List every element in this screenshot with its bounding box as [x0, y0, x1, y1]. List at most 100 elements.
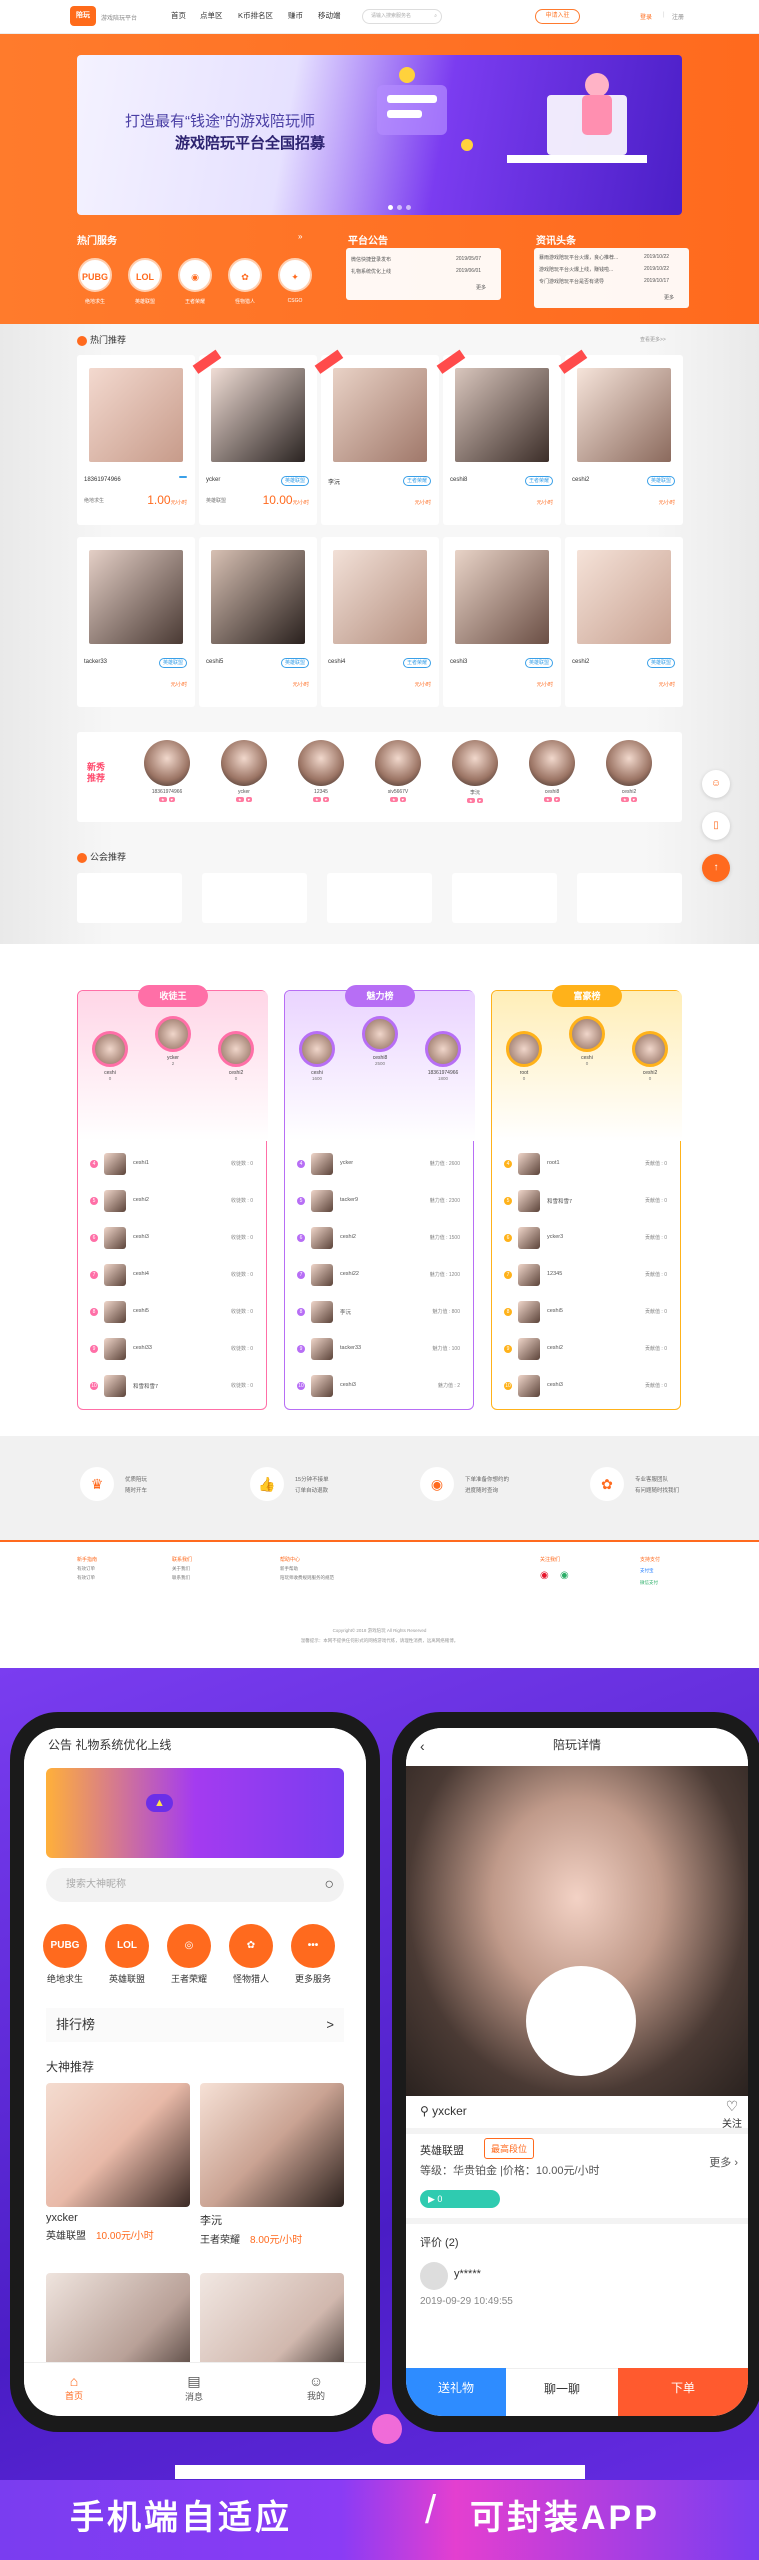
- new-recommend-item[interactable]: 18361974966 ★ ♥: [137, 740, 197, 802]
- player-card[interactable]: 18361974966 绝地求生 1.00元/小时: [77, 355, 195, 525]
- mobile-search-input[interactable]: 搜索大神昵称 ○: [46, 1868, 344, 1902]
- nav-order-zone[interactable]: 点单区: [200, 10, 223, 21]
- hot-more-link[interactable]: 查看更多>>: [640, 336, 666, 343]
- notice-item[interactable]: 礼物系统优化上线: [351, 268, 391, 275]
- new-recommend-item[interactable]: ceshi8 ★ ♥: [522, 740, 582, 802]
- rank-row[interactable]: 4 root1 贡献值 : 0: [502, 1149, 672, 1183]
- rank-row[interactable]: 5 ceshi2 收徒数 : 0: [88, 1186, 258, 1220]
- rank-row[interactable]: 7 ceshi22 魅力值 : 1200: [295, 1260, 465, 1294]
- carousel-dot[interactable]: [406, 205, 411, 210]
- login-link[interactable]: 登录: [640, 12, 652, 21]
- rank-row[interactable]: 5 和雪和雪7 贡献值 : 0: [502, 1186, 672, 1220]
- notice-more-link[interactable]: 更多: [476, 284, 486, 291]
- nav-home[interactable]: 首页: [171, 10, 186, 21]
- guild-card[interactable]: [452, 873, 557, 923]
- footer-link[interactable]: 陪玩师收费规则服务的规范: [280, 1575, 334, 1581]
- weibo-icon[interactable]: ◉: [540, 1570, 549, 1581]
- rank-row[interactable]: 6 ycker3 贡献值 : 0: [502, 1223, 672, 1257]
- rank-top-player[interactable]: ceshi2 0: [630, 1031, 670, 1081]
- rank-row[interactable]: 7 ceshi4 收徒数 : 0: [88, 1260, 258, 1294]
- tab-messages[interactable]: ▤ 消息: [164, 2373, 224, 2403]
- footer-link[interactable]: 联系我们: [172, 1575, 190, 1581]
- rank-row[interactable]: 8 ceshi5 收徒数 : 0: [88, 1297, 258, 1331]
- rank-row[interactable]: 5 tacker9 魅力值 : 2300: [295, 1186, 465, 1220]
- mobile-service[interactable]: ✿ 怪物猎人: [228, 1924, 274, 1985]
- services-more-icon[interactable]: »: [298, 232, 302, 241]
- search-input[interactable]: 请输入搜索服务名 ⌕: [362, 9, 442, 24]
- register-link[interactable]: 注册: [672, 12, 684, 21]
- rank-row[interactable]: 9 ceshi2 贡献值 : 0: [502, 1334, 672, 1368]
- follow-button[interactable]: ♡ 关注: [722, 2098, 742, 2130]
- rank-row[interactable]: 6 ceshi2 魅力值 : 1500: [295, 1223, 465, 1257]
- mobile-service[interactable]: ••• 更多服务: [290, 1924, 336, 1985]
- nav-rank-zone[interactable]: K币排名区: [238, 10, 273, 21]
- rank-row[interactable]: 10 ceshi3 魅力值 : 2: [295, 1371, 465, 1405]
- rank-row[interactable]: 8 ceshi5 贡献值 : 0: [502, 1297, 672, 1331]
- rank-row[interactable]: 10 和雪和雪7 收徒数 : 0: [88, 1371, 258, 1405]
- player-card[interactable]: ycker 英雄联盟 英雄联盟 10.00元/小时: [192, 349, 317, 525]
- search-icon[interactable]: ○: [324, 1868, 334, 1902]
- nav-mobile[interactable]: 移动端: [318, 10, 341, 21]
- join-button[interactable]: 申请入驻: [535, 9, 580, 24]
- mobile-banner[interactable]: ▲: [46, 1768, 344, 1858]
- honor-of-kings-icon[interactable]: ◉: [178, 258, 212, 292]
- customer-service-icon[interactable]: ☺: [702, 770, 730, 798]
- monster-hunter-icon[interactable]: ✿: [228, 258, 262, 292]
- new-recommend-item[interactable]: 12345 ★ ♥: [291, 740, 351, 802]
- rank-top-player[interactable]: ceshi8 2500: [360, 1016, 400, 1066]
- lol-icon[interactable]: LOL: [128, 258, 162, 292]
- rank-row[interactable]: 4 ycker 魅力值 : 2600: [295, 1149, 465, 1183]
- news-item[interactable]: 暴雨游戏陪玩平台火爆，良心推荐...: [539, 254, 618, 261]
- rank-top-player[interactable]: ceshi 0: [90, 1031, 130, 1081]
- new-recommend-item[interactable]: siv5667V ★ ♥: [368, 740, 428, 802]
- footer-link[interactable]: 有效订单: [77, 1566, 95, 1572]
- mobile-rank-link[interactable]: 排行榜 >: [46, 2008, 344, 2042]
- search-icon[interactable]: ⌕: [434, 10, 437, 23]
- mobile-service[interactable]: PUBG 绝地求生: [42, 1924, 88, 1985]
- rank-top-player[interactable]: ycker 2: [153, 1016, 193, 1066]
- guild-card[interactable]: [202, 873, 307, 923]
- footer-link[interactable]: 关于我们: [172, 1566, 190, 1572]
- rank-row[interactable]: 10 ceshi3 贡献值 : 0: [502, 1371, 672, 1405]
- csgo-icon[interactable]: ✦: [278, 258, 312, 292]
- news-item[interactable]: 游戏陪玩平台火爆上线，赚钱啦...: [539, 266, 613, 273]
- mobile-god-card[interactable]: 李沅 王者荣耀 8.00元/小时: [200, 2083, 344, 2265]
- back-to-top-icon[interactable]: ↑: [702, 854, 730, 882]
- mobile-service[interactable]: ◎ 王者荣耀: [166, 1924, 212, 1985]
- guild-card[interactable]: [577, 873, 682, 923]
- send-gift-button[interactable]: 送礼物: [406, 2368, 506, 2416]
- tab-me[interactable]: ☺ 我的: [286, 2373, 346, 2402]
- wechat-icon[interactable]: ◉: [560, 1570, 569, 1581]
- footer-link[interactable]: 新手帮助: [280, 1566, 298, 1572]
- rank-row[interactable]: 6 ceshi3 收徒数 : 0: [88, 1223, 258, 1257]
- rank-top-player[interactable]: ceshi 1600: [297, 1031, 337, 1081]
- hero-banner[interactable]: [77, 55, 682, 215]
- new-recommend-item[interactable]: ceshi2 ★ ♥: [599, 740, 659, 802]
- chat-button[interactable]: 聊一聊: [506, 2368, 618, 2416]
- player-card[interactable]: tacker33 英雄联盟 0元/小时: [77, 537, 195, 707]
- rank-top-player[interactable]: root 0: [504, 1031, 544, 1081]
- carousel-dot[interactable]: [397, 205, 402, 210]
- new-recommend-item[interactable]: ycker ★ ♥: [214, 740, 274, 802]
- rank-row[interactable]: 4 ceshi1 收徒数 : 0: [88, 1149, 258, 1183]
- new-recommend-item[interactable]: 李沅 ★ ♥: [445, 740, 505, 803]
- rank-row[interactable]: 9 tacker33 魅力值 : 100: [295, 1334, 465, 1368]
- mobile-icon[interactable]: ▯: [702, 812, 730, 840]
- player-card[interactable]: ceshi8 王者荣耀 0元/小时: [436, 349, 561, 525]
- order-button[interactable]: 下单: [618, 2368, 748, 2416]
- mobile-service[interactable]: LOL 英雄联盟: [104, 1924, 150, 1985]
- guild-card[interactable]: [77, 873, 182, 923]
- pubg-icon[interactable]: PUBG: [78, 258, 112, 292]
- player-card[interactable]: ceshi2 英雄联盟 0元/小时: [558, 349, 683, 525]
- nav-earn[interactable]: 赚币: [288, 10, 303, 21]
- site-logo[interactable]: 陪玩: [70, 6, 96, 26]
- mobile-god-card[interactable]: yxcker 英雄联盟 10.00元/小时: [46, 2083, 190, 2265]
- player-card[interactable]: ceshi5 英雄联盟 0元/小时: [199, 537, 317, 707]
- player-card[interactable]: ceshi4 王者荣耀 0元/小时: [321, 537, 439, 707]
- back-icon[interactable]: ‹: [420, 1738, 425, 1754]
- more-link[interactable]: 更多 ›: [709, 2154, 738, 2170]
- guild-card[interactable]: [327, 873, 432, 923]
- rank-top-player[interactable]: ceshi 0: [567, 1016, 607, 1066]
- tab-home[interactable]: ⌂ 首页: [44, 2373, 104, 2402]
- rank-top-player[interactable]: 18361974966 1800: [423, 1031, 463, 1081]
